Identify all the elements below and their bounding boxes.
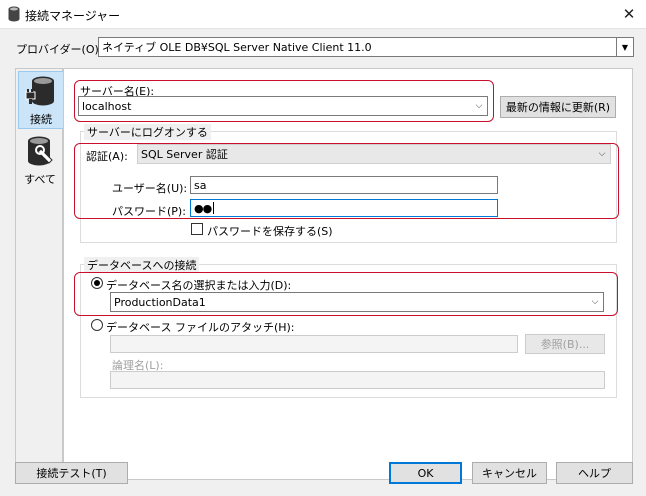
refresh-button[interactable]: 最新の情報に更新(R) [500,96,616,118]
chevron-down-icon: ⌵ [475,101,483,111]
chevron-down-icon: ⌵ [591,297,599,307]
logical-name-field[interactable] [110,371,605,389]
title-bar: 接続マネージャー ✕ [0,0,646,28]
browse-button[interactable]: 参照(B)... [525,334,605,354]
close-button[interactable]: ✕ [612,0,646,28]
database-plug-icon [25,75,57,110]
password-field[interactable]: ●● [190,199,498,217]
password-label: パスワード(P): [112,205,186,218]
nav-panel: 接続 すべて [15,68,64,480]
database-icon [8,6,20,22]
user-name-value: sa [194,178,207,192]
radio-selected-dot [94,280,100,286]
provider-label: プロバイダー(O): [16,43,103,56]
chevron-down-icon: ▼ [616,38,633,56]
user-name-field[interactable]: sa [190,176,498,194]
test-connection-button[interactable]: 接続テスト(T) [15,462,128,484]
window-title: 接続マネージャー [25,9,121,23]
nav-item-all[interactable]: すべて [18,135,62,187]
cancel-button[interactable]: キャンセル [472,462,547,484]
database-group-title: データベースへの接続 [84,257,200,273]
select-database-radio[interactable] [91,277,103,289]
chevron-down-icon: ⌵ [598,149,606,159]
server-name-value: localhost [82,99,132,113]
user-name-label: ユーザー名(U): [112,182,188,195]
attach-file-field[interactable] [110,335,518,353]
database-wrench-icon [24,135,56,170]
nav-item-label: すべて [24,173,56,186]
attach-file-radio[interactable] [91,319,103,331]
close-icon: ✕ [622,5,636,23]
auth-select[interactable]: SQL Server 認証 ⌵ [137,144,611,164]
auth-value: SQL Server 認証 [141,148,228,161]
ok-button[interactable]: OK [389,462,462,484]
database-name-select[interactable]: ProductionData1 ⌵ [110,292,604,312]
nav-item-connection[interactable]: 接続 [18,71,64,129]
save-password-label: パスワードを保存する(S) [207,225,333,238]
server-name-select[interactable]: localhost ⌵ [78,96,488,116]
help-button[interactable]: ヘルプ [556,462,633,484]
nav-item-label: 接続 [30,113,52,126]
password-value: ●● [194,201,212,215]
save-password-checkbox[interactable] [191,223,203,235]
select-database-label: データベース名の選択または入力(D): [106,279,292,292]
attach-file-label: データベース ファイルのアタッチ(H): [106,321,295,334]
auth-label: 認証(A): [86,150,128,163]
database-name-value: ProductionData1 [114,295,206,309]
provider-select[interactable]: ネイティブ OLE DB¥SQL Server Native Client 11… [98,37,634,57]
provider-value: ネイティブ OLE DB¥SQL Server Native Client 11… [102,41,372,54]
text-caret [213,202,215,214]
logon-group-title: サーバーにログオンする [84,124,211,140]
